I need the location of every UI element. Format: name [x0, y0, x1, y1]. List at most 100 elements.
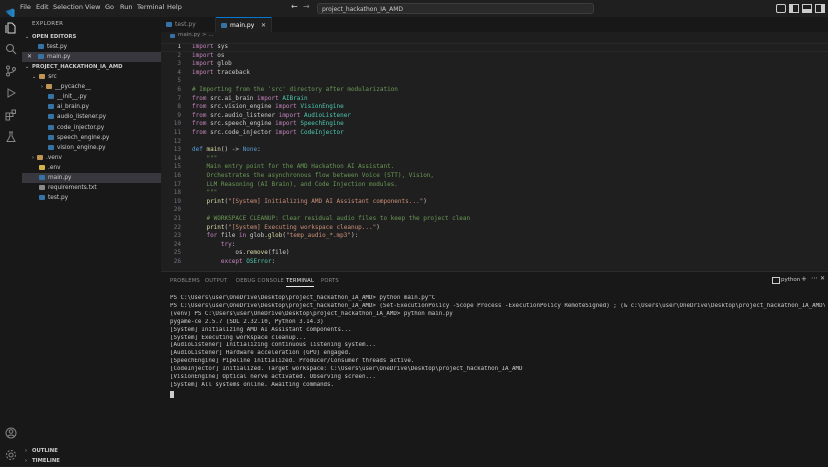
python-file-icon [48, 124, 54, 130]
toggle-secondary-sidebar-icon[interactable] [815, 4, 825, 13]
panel-tab-output[interactable]: OUTPUT [205, 278, 227, 284]
timeline-header[interactable]: TIMELINE [32, 458, 60, 464]
command-center-search[interactable]: project_hackathon_IA_AMD [317, 3, 594, 14]
menu-view[interactable]: View [85, 3, 100, 11]
project-folder-header[interactable]: PROJECT_HACKATHON_IA_AMD [32, 64, 123, 70]
menu-run[interactable]: Run [120, 3, 132, 11]
code-token: (file) [267, 249, 290, 257]
code-token: except [220, 258, 243, 265]
breadcrumb-text: main.py > ... [178, 32, 214, 38]
code-token: remove [246, 249, 268, 257]
code-line: import glob [192, 60, 232, 67]
tree-item[interactable]: vision_engine.py [22, 143, 161, 153]
line-number: 9 [177, 111, 181, 119]
code-token: """ [192, 189, 218, 197]
code-token: : [231, 240, 236, 248]
tree-item[interactable]: test.py [22, 193, 161, 203]
tree-item-label: ai_brain.py [57, 104, 89, 111]
extensions-icon[interactable] [5, 109, 17, 121]
menu-edit[interactable]: Edit [36, 3, 49, 11]
code-line: from src.speech_engine import SpeechEngi… [192, 120, 344, 127]
python-file-icon [170, 34, 175, 38]
menu-terminal[interactable]: Terminal [137, 3, 164, 11]
menu-help[interactable]: Help [167, 3, 182, 11]
code-token: traceback [213, 68, 250, 76]
tree-item[interactable]: ⌄ src [22, 72, 161, 82]
chevron-right-icon[interactable]: › [25, 458, 27, 464]
chevron-right-icon[interactable]: › [32, 155, 34, 161]
terminal-line: [System] Executing workspace cleanup... [170, 334, 307, 341]
account-icon[interactable] [5, 427, 17, 439]
code-line: """ [192, 189, 217, 196]
terminal-cursor [170, 390, 174, 398]
close-panel-icon[interactable]: ✕ [820, 275, 825, 282]
tree-item[interactable]: ai_brain.py [22, 102, 161, 112]
toggle-primary-sidebar-icon[interactable] [789, 4, 799, 13]
tab-test-py[interactable]: test.py [161, 17, 216, 32]
panel-tab-problems[interactable]: PROBLEMS [170, 278, 200, 284]
menu-selection[interactable]: Selection [53, 3, 83, 11]
copilot-icon[interactable] [776, 4, 786, 13]
terminal-line: [AudioListener] Hardware acceleration (G… [170, 350, 352, 357]
tree-item[interactable]: › __pycache__ [22, 82, 161, 92]
panel-tab-terminal[interactable]: TERMINAL [286, 278, 314, 287]
close-icon[interactable]: ✕ [261, 18, 266, 33]
source-control-icon[interactable] [5, 65, 17, 77]
tree-item[interactable]: speech_engine.py [22, 133, 161, 143]
terminal-line: [AudioListener] Initializing continuous … [170, 342, 376, 349]
tab-main-py[interactable]: main.py ✕ [216, 17, 272, 32]
panel-tab-debug-console[interactable]: DEBUG CONSOLE [236, 278, 284, 284]
code-token: import [192, 43, 214, 50]
chevron-down-icon[interactable]: ⌄ [32, 74, 36, 80]
terminal-shell-icon[interactable] [772, 277, 780, 284]
chevron-down-icon[interactable]: ⌄ [25, 64, 29, 70]
python-file-icon [39, 195, 45, 201]
python-file-icon [221, 23, 227, 28]
tree-item-label: test.py [48, 195, 69, 202]
line-number: 23 [173, 232, 181, 240]
code-token: import [192, 68, 214, 76]
tree-item[interactable]: .env [22, 163, 161, 173]
code-token: import [257, 94, 279, 102]
back-arrow-icon[interactable]: ← [291, 2, 298, 11]
code-line: print("[System] Initializing AMD AI Assi… [192, 198, 426, 205]
code-editor[interactable]: 1 2 3 4 5 6 7 8 9 10 11 12 13 14 15 16 17 18 19 20 21 22 23 24 2… [161, 41, 828, 271]
tree-item-label: audio_listener.py [57, 114, 107, 121]
settings-icon[interactable] [5, 449, 17, 461]
explorer-icon[interactable] [5, 22, 17, 34]
menu-file[interactable]: File [20, 3, 31, 11]
chevron-right-icon[interactable]: › [25, 448, 27, 454]
tree-item[interactable]: › .venv [22, 153, 161, 163]
search-icon[interactable] [5, 43, 17, 55]
tree-item[interactable]: audio_listener.py [22, 112, 161, 122]
breadcrumb[interactable]: main.py > ... [161, 32, 828, 41]
line-number: 25 [173, 249, 181, 257]
line-number: 2 [177, 51, 181, 59]
forward-arrow-icon[interactable]: → [303, 2, 310, 11]
code-token: Main entry point for the AMD Hackathon A… [192, 163, 395, 171]
open-editor-label: main.py [47, 54, 71, 60]
open-editor-item[interactable]: ✕ main.py [22, 52, 161, 62]
code-line: import sys [192, 43, 228, 50]
code-token: # WORKSPACE CLEANUP: Clear residual audi… [192, 215, 471, 222]
terminal-shell-label[interactable]: python [781, 277, 800, 283]
tree-item[interactable]: requirements.txt [22, 183, 161, 193]
line-number: 13 [173, 146, 181, 154]
toggle-panel-icon[interactable] [802, 4, 812, 13]
tree-item[interactable]: main.py [22, 173, 161, 183]
open-editors-header[interactable]: OPEN EDITORS [32, 34, 76, 40]
tree-item[interactable]: code_injector.py [22, 123, 161, 133]
add-terminal-icon[interactable]: + [801, 275, 807, 283]
open-editor-item[interactable]: test.py [22, 42, 161, 52]
code-token: src.ai_brain [206, 94, 258, 102]
panel-tab-ports[interactable]: PORTS [321, 278, 339, 284]
testing-icon[interactable] [5, 131, 17, 143]
chevron-right-icon[interactable]: › [41, 84, 43, 90]
menu-go[interactable]: Go [105, 3, 114, 11]
run-debug-icon[interactable] [5, 87, 17, 99]
close-icon[interactable]: ✕ [27, 52, 32, 62]
tree-item[interactable]: __init__.py [22, 92, 161, 102]
chevron-down-icon[interactable]: ⌄ [25, 34, 29, 40]
outline-header[interactable]: OUTLINE [32, 448, 58, 454]
more-actions-icon[interactable]: ⋯ [811, 274, 818, 282]
